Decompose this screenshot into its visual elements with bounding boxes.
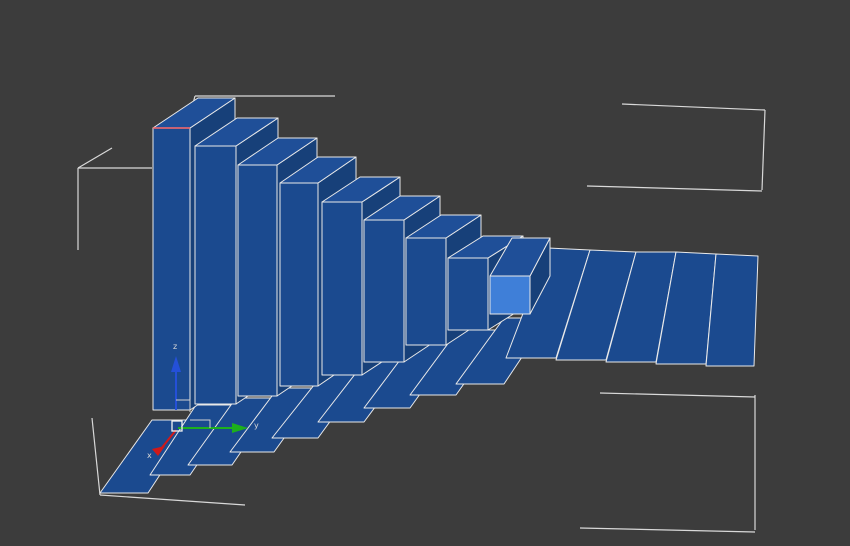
gizmo-x-label: x (147, 451, 152, 460)
bracket-right-top-v (761, 109, 766, 191)
gizmo-y-label: y (254, 421, 259, 430)
box-front-6 (363, 219, 405, 363)
bracket-left-bottom-h (99, 494, 246, 506)
box-front-3 (237, 164, 278, 397)
3d-viewport[interactable]: z y x (0, 0, 850, 546)
bracket-right-top-h (586, 185, 763, 192)
box-front-4 (279, 182, 319, 387)
box-front-7 (405, 237, 447, 346)
bracket-right-bottom-h (579, 527, 756, 533)
viewport-scene[interactable]: z y x (0, 0, 850, 546)
bracket-top-left-h (77, 147, 113, 169)
gizmo-z-label: z (173, 342, 177, 351)
bracket-left-bottom-v (91, 417, 101, 496)
box-front-8 (447, 257, 489, 331)
box-front-1 (152, 127, 191, 411)
bracket-right-top (621, 103, 766, 111)
box-front-2 (194, 145, 237, 405)
bracket-right-bottom-h2 (599, 392, 756, 398)
box-front-5 (321, 201, 363, 376)
selected-box-front (489, 275, 531, 315)
